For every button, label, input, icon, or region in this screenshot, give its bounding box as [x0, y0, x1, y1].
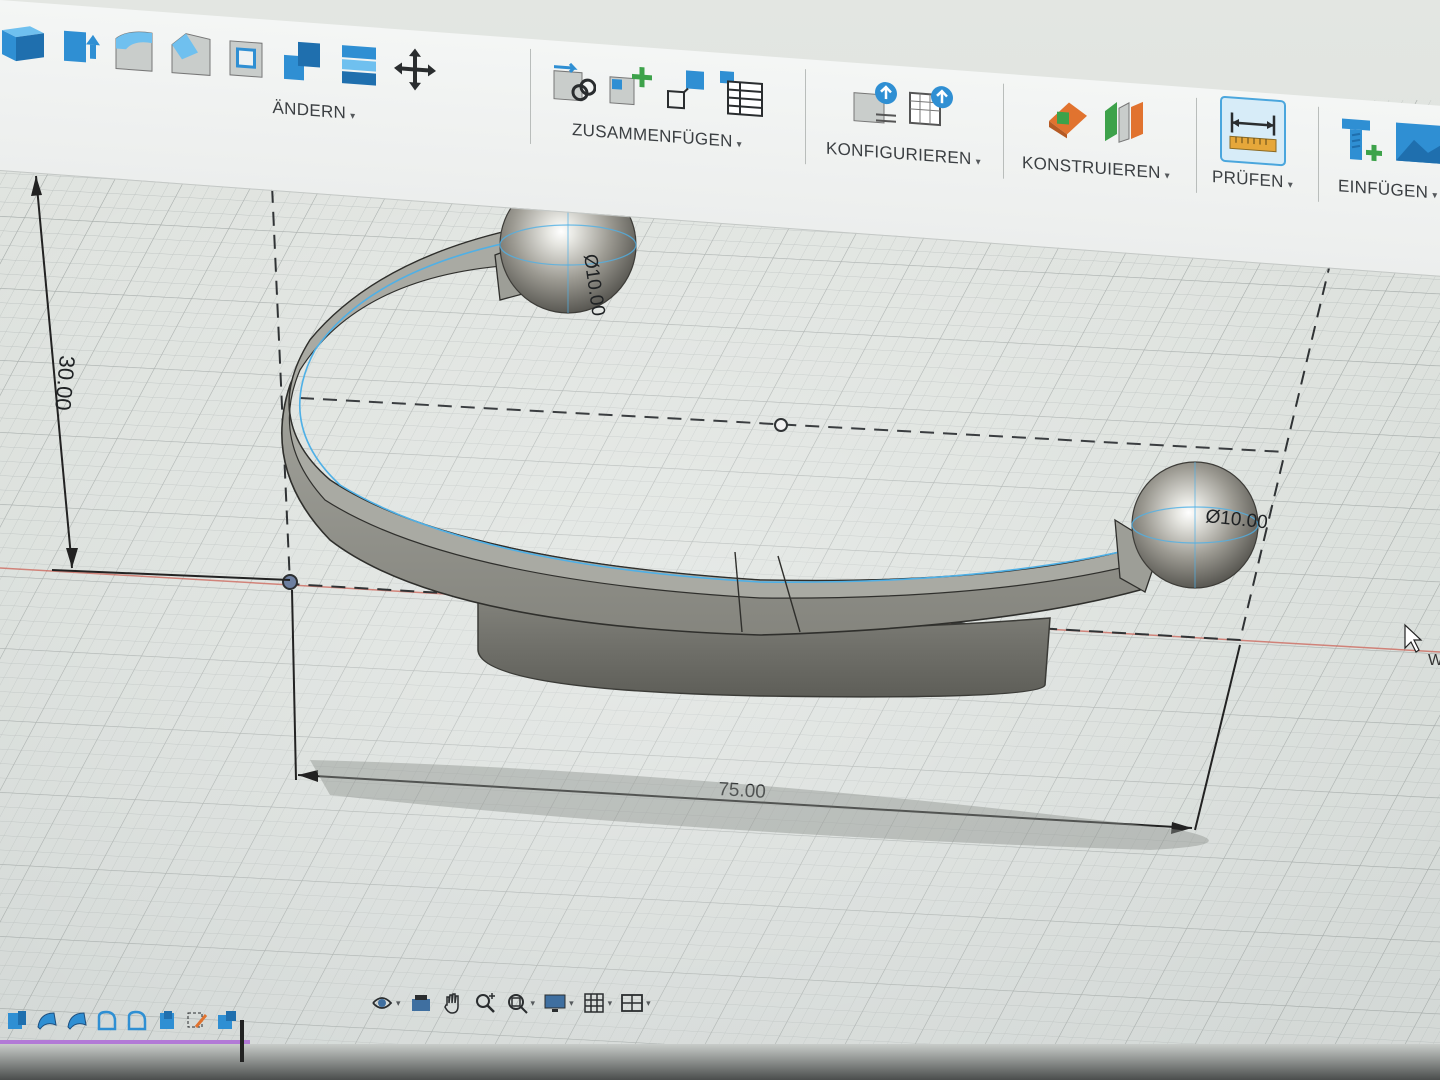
- parameters-icon[interactable]: [852, 79, 898, 128]
- ribbon-group-label-einfuegen[interactable]: EINFÜGEN: [1338, 176, 1428, 202]
- push-pull-icon[interactable]: [56, 20, 102, 69]
- sketch-edit-icon[interactable]: [186, 1009, 208, 1031]
- orbit-icon[interactable]: [370, 991, 394, 1015]
- dropdown-caret-icon[interactable]: ▾: [608, 998, 613, 1009]
- loft-feature-icon[interactable]: [126, 1009, 148, 1031]
- ribbon-separator: [1318, 106, 1319, 202]
- chamfer-icon[interactable]: [168, 28, 214, 77]
- dropdown-caret-icon[interactable]: ▾: [646, 998, 651, 1009]
- table-icon[interactable]: [718, 69, 764, 118]
- timeline-progress-bar: [0, 1040, 250, 1044]
- new-component-icon[interactable]: [606, 61, 652, 110]
- revolve-feature-icon[interactable]: [66, 1009, 88, 1031]
- rigid-group-icon[interactable]: [662, 65, 708, 114]
- dropdown-caret-icon[interactable]: ▾: [531, 998, 536, 1009]
- ribbon-separator: [805, 69, 806, 165]
- grid-icon[interactable]: [582, 991, 606, 1015]
- ribbon-group-zusammenfuegen: ZUSAMMENFÜGEN ▾: [550, 44, 764, 154]
- axis-label-partial: W: [1428, 652, 1440, 669]
- zoom-icon[interactable]: [473, 991, 497, 1015]
- display-icon[interactable]: [543, 991, 567, 1015]
- origin-point[interactable]: [282, 574, 298, 590]
- ribbon-separator: [530, 48, 531, 144]
- ribbon-group-label-aendern[interactable]: ÄNDERN: [273, 98, 347, 122]
- combine-icon[interactable]: [280, 37, 326, 86]
- dropdown-caret-icon[interactable]: ▾: [1432, 190, 1437, 201]
- insert-image-icon[interactable]: [1394, 118, 1440, 167]
- offset-plane-icon[interactable]: [1045, 93, 1091, 142]
- dropdown-caret-icon[interactable]: ▾: [1288, 180, 1293, 191]
- ribbon-separator: [1196, 97, 1197, 193]
- dropdown-caret-icon[interactable]: ▾: [1165, 171, 1170, 182]
- height-dimension-value: 30.00: [50, 355, 80, 412]
- fit-icon[interactable]: [505, 991, 529, 1015]
- ribbon-group-konfigurieren: KONFIGURIEREN ▾: [826, 65, 981, 170]
- ribbon-group-konstruieren: KONSTRUIEREN ▾: [1022, 79, 1170, 184]
- extrude-feature-icon[interactable]: [36, 1009, 58, 1031]
- dropdown-caret-icon[interactable]: ▾: [976, 157, 981, 168]
- ribbon-group-pruefen: PRÜFEN ▾: [1212, 93, 1293, 193]
- timeline-marker[interactable]: [240, 1020, 244, 1062]
- dropdown-caret-icon[interactable]: ▾: [737, 139, 742, 150]
- dropdown-caret-icon[interactable]: ▾: [350, 111, 355, 122]
- fillet-icon[interactable]: [112, 24, 158, 73]
- measure-icon[interactable]: [1219, 95, 1286, 167]
- body-feature-icon[interactable]: [216, 1009, 238, 1031]
- sketch-feature-icon[interactable]: [6, 1009, 28, 1031]
- screen-bottom-edge: [0, 1044, 1440, 1080]
- move-icon[interactable]: [392, 45, 438, 94]
- navigation-toolbar: ▾ ▾ ▾ ▾ ▾: [370, 985, 651, 1021]
- config-table-icon[interactable]: [908, 83, 954, 132]
- shell-icon[interactable]: [224, 32, 270, 81]
- midplane-icon[interactable]: [1101, 97, 1147, 146]
- insert-mcmaster-icon[interactable]: [1338, 114, 1384, 163]
- ribbon-group-label-pruefen[interactable]: PRÜFEN: [1212, 167, 1284, 191]
- look-at-icon[interactable]: [409, 991, 433, 1015]
- pipe-feature-icon[interactable]: [156, 1009, 178, 1031]
- stack-icon[interactable]: [336, 41, 382, 90]
- center-point[interactable]: [774, 418, 788, 432]
- dropdown-caret-icon[interactable]: ▾: [569, 998, 574, 1009]
- ribbon-separator: [1003, 83, 1004, 179]
- dropdown-caret-icon[interactable]: ▾: [396, 998, 401, 1009]
- joint-icon[interactable]: [550, 56, 596, 105]
- design-timeline: [0, 1005, 256, 1035]
- ribbon-group-einfuegen: EINFÜGEN ▾: [1338, 102, 1440, 203]
- pan-icon[interactable]: [441, 991, 465, 1015]
- solid-box-icon[interactable]: [0, 16, 46, 65]
- viewports-icon[interactable]: [620, 991, 644, 1015]
- sweep-feature-icon[interactable]: [96, 1009, 118, 1031]
